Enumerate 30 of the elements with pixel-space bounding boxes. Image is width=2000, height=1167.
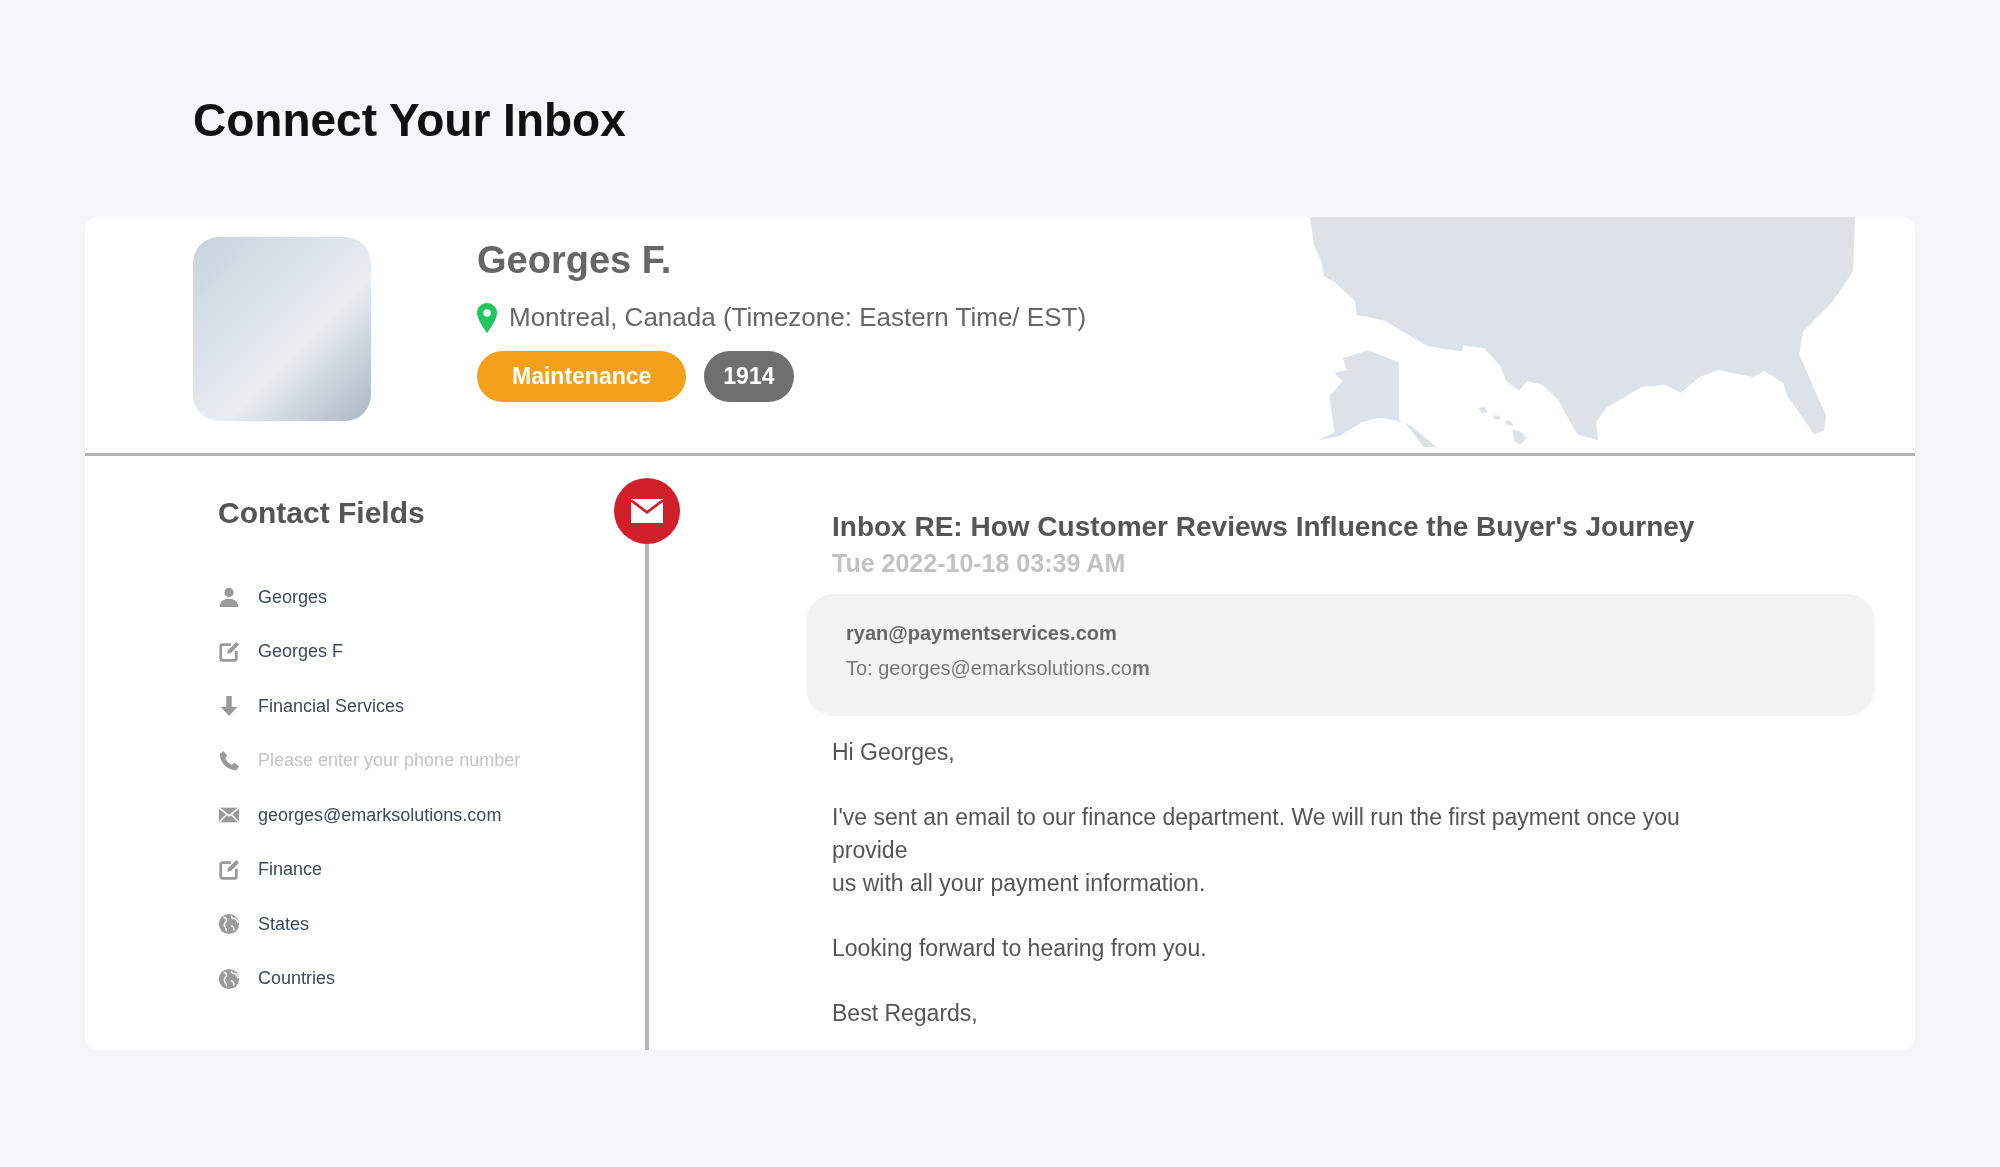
page-title: Connect Your Inbox	[193, 93, 627, 148]
contact-location: Montreal, Canada (Timezone: Eastern Time/ EST)	[509, 302, 1087, 333]
sender-address: ryan@paymentservices.com	[846, 622, 1118, 645]
field-value: Countries	[258, 968, 336, 990]
field-value: Georges F	[258, 641, 344, 663]
email-date: Tue 2022-10-18 03:39 AM	[831, 549, 1127, 578]
field-value: Financial Services	[258, 695, 405, 717]
location-pin-icon	[477, 302, 497, 333]
tag: Maintenance	[477, 351, 687, 402]
arrow-down-icon	[218, 695, 240, 718]
person-icon	[218, 586, 240, 609]
edit-icon	[218, 640, 240, 663]
tag: 1914	[704, 351, 794, 402]
email-paragraph: Looking forward to hearing from you.	[831, 934, 1208, 963]
email-subject: Inbox RE: How Customer Reviews Influence the Buyer's Journey	[831, 511, 1696, 543]
phone-input-field[interactable]: Please enter your phone number	[258, 750, 558, 772]
email-paragraph: I've sent an email to our finance department. We will run the first payment once you provide us with all your payment information.	[831, 803, 1681, 898]
field-value: Georges	[258, 586, 328, 608]
field-value: States	[258, 913, 310, 935]
email-paragraph: Best Regards,	[831, 999, 979, 1028]
recipient-address: To: georges@emarksolutions.com	[846, 657, 1151, 680]
field-value: georges@emarksolutions.com	[258, 804, 502, 826]
field-value: Finance	[258, 859, 323, 881]
globe-icon	[218, 913, 240, 936]
phone-icon	[218, 749, 240, 772]
edit-icon	[218, 858, 240, 881]
globe-icon	[218, 967, 240, 990]
section-title: Contact Fields	[218, 496, 426, 530]
contact-name: Georges F.	[477, 239, 673, 282]
email-paragraph: Hi Georges,	[831, 738, 956, 767]
